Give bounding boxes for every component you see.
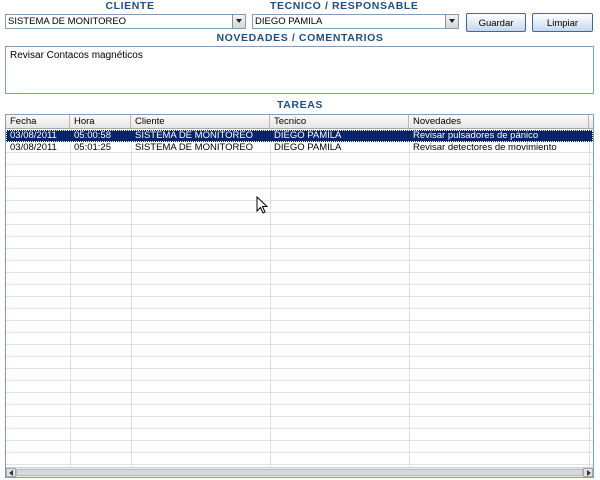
table-row[interactable]: 03/08/2011 05:00:58 SISTEMA DE MONITOREO… (6, 130, 593, 142)
column-header-fecha[interactable]: Fecha (6, 115, 70, 128)
cell-novedades: Revisar detectores de movimiento (413, 142, 557, 153)
novedades-label: NOVEDADES / COMENTARIOS (216, 32, 384, 44)
grid-divider (589, 129, 590, 469)
column-header-tecnico[interactable]: Tecnico (270, 115, 409, 128)
scroll-left-icon[interactable] (6, 468, 16, 477)
column-header-hora[interactable]: Hora (70, 115, 131, 128)
tecnico-label: TECNICO / RESPONSABLE (270, 0, 419, 12)
tecnico-select[interactable]: DIEGO PAMILA (252, 14, 459, 29)
cell-tecnico: DIEGO PAMILA (274, 130, 342, 141)
chevron-down-icon[interactable] (445, 15, 458, 28)
cliente-label: CLIENTE (105, 0, 155, 12)
grid-divider (131, 129, 132, 469)
chevron-down-icon[interactable] (232, 15, 245, 28)
guardar-button[interactable]: Guardar (466, 13, 526, 32)
tareas-label: TAREAS (277, 99, 323, 111)
novedades-text: Revisar Contacos magnéticos (10, 50, 143, 61)
cell-tecnico: DIEGO PAMILA (274, 142, 342, 153)
tecnico-select-value: DIEGO PAMILA (255, 16, 323, 27)
cell-cliente: SISTEMA DE MONITOREO (135, 130, 254, 141)
cell-fecha: 03/08/2011 (10, 130, 57, 141)
cell-fecha: 03/08/2011 (10, 142, 57, 153)
grid-divider (70, 129, 71, 469)
column-header-cliente[interactable]: Cliente (131, 115, 270, 128)
grid-divider (270, 129, 271, 469)
cell-cliente: SISTEMA DE MONITOREO (135, 142, 254, 153)
novedades-textarea[interactable]: Revisar Contacos magnéticos (5, 46, 594, 94)
scrollbar-thumb[interactable] (16, 469, 583, 476)
column-header-novedades[interactable]: Novedades (409, 115, 589, 128)
scroll-right-icon[interactable] (583, 468, 593, 477)
limpiar-button[interactable]: Limpiar (532, 13, 593, 32)
tareas-grid[interactable]: Fecha Hora Cliente Tecnico Novedades 03/… (5, 114, 594, 478)
table-row[interactable]: 03/08/2011 05:01:25 SISTEMA DE MONITOREO… (6, 142, 593, 154)
grid-divider (409, 129, 410, 469)
cliente-select-value: SISTEMA DE MONITOREO (8, 16, 127, 27)
cell-novedades: Revisar pulsadores de pánico (413, 130, 539, 141)
horizontal-scrollbar[interactable] (6, 467, 593, 477)
grid-header: Fecha Hora Cliente Tecnico Novedades (6, 115, 593, 129)
grid-background (6, 129, 593, 469)
cell-hora: 05:00:58 (74, 130, 111, 141)
mouse-cursor-icon (256, 196, 268, 214)
cell-hora: 05:01:25 (74, 142, 111, 153)
cliente-select[interactable]: SISTEMA DE MONITOREO (5, 14, 246, 29)
